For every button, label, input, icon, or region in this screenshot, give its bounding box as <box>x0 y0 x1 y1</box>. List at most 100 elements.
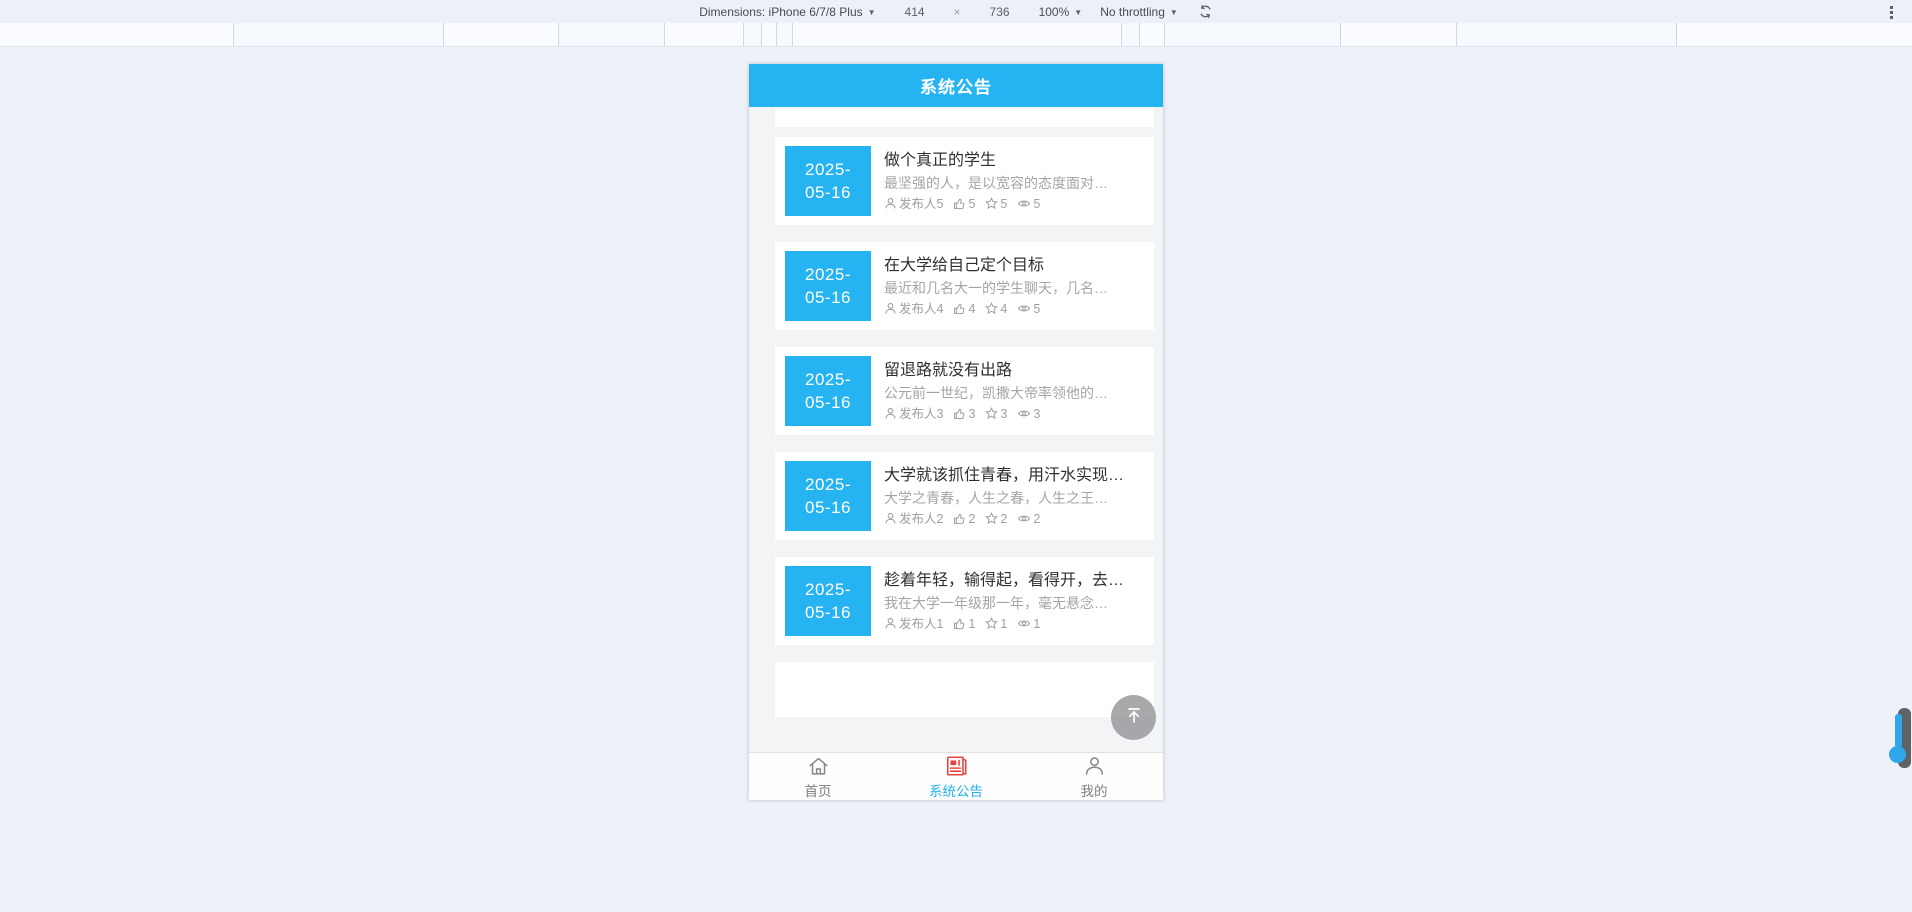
media-query-bar[interactable] <box>0 23 1912 47</box>
favorites-count: 1 <box>1000 616 1008 631</box>
announcement-meta: 发布人4 4 4 5 <box>884 300 1146 318</box>
eye-icon <box>1017 302 1031 315</box>
device-type-dropdown[interactable]: Dimensions: iPhone 6/7/8 Plus ▼ <box>699 5 875 19</box>
home-icon <box>806 754 831 783</box>
media-query-segment[interactable] <box>793 23 1122 46</box>
rotate-device-icon[interactable] <box>1198 4 1213 19</box>
star-icon <box>985 302 999 315</box>
likes-count: 2 <box>968 511 976 526</box>
publisher-label: 发布人4 <box>899 301 944 316</box>
star-icon <box>985 617 999 630</box>
views-count: 2 <box>1033 511 1041 526</box>
announcement-card[interactable]: 2025- 05-16 留退路就没有出路 公元前一世纪，凯撒大帝率领他的… 发布… <box>775 347 1154 435</box>
arrow-to-top-icon <box>1123 704 1145 731</box>
media-query-segment[interactable] <box>1122 23 1140 46</box>
tab-announcements[interactable]: 系统公告 <box>887 753 1025 800</box>
announcement-card[interactable]: 2025- 05-16 在大学给自己定个目标 最近和几名大一的学生聊天，几名… … <box>775 242 1154 330</box>
announcement-summary: 最坚强的人，是以宽容的态度面对… <box>884 174 1108 191</box>
thermometer-bulb <box>1889 746 1906 763</box>
eye-icon <box>1017 407 1031 420</box>
media-query-segment[interactable] <box>665 23 744 46</box>
announcement-summary: 我在大学一年级那一年，毫无悬念… <box>884 594 1108 611</box>
viewport-width-input[interactable]: 414 <box>894 4 936 20</box>
tab-home-label: 首页 <box>804 783 832 799</box>
app-header: 系统公告 <box>749 64 1163 107</box>
tab-announcements-label: 系统公告 <box>929 783 983 799</box>
throttling-dropdown[interactable]: No throttling ▼ <box>1100 5 1178 19</box>
announcement-card[interactable]: 2025- 05-16 趁着年轻，输得起，看得开，去… 我在大学一年级那一年，毫… <box>775 557 1154 645</box>
date-badge: 2025- 05-16 <box>785 251 871 321</box>
media-query-segment[interactable] <box>1457 23 1677 46</box>
media-query-segment[interactable] <box>1140 23 1165 46</box>
favorites-count: 3 <box>1000 406 1008 421</box>
announcement-title: 做个真正的学生 <box>884 151 997 169</box>
announcement-title: 大学就该抓住青春，用汗水实现… <box>884 466 1125 484</box>
date-top: 2025- <box>805 160 851 179</box>
announcement-meta: 发布人5 5 5 5 <box>884 195 1146 213</box>
thermometer-stem <box>1895 714 1902 748</box>
zoom-dropdown[interactable]: 100% ▼ <box>1039 5 1083 19</box>
zoom-value: 100% <box>1038 4 1070 19</box>
announcement-meta: 发布人2 2 2 2 <box>884 510 1146 528</box>
list-footer-panel <box>775 662 1154 717</box>
date-bottom: 05-16 <box>805 183 851 202</box>
person-icon <box>884 512 897 525</box>
dimensions-separator: × <box>953 4 961 19</box>
tab-profile-label: 我的 <box>1080 783 1108 799</box>
announcement-card[interactable]: 2025- 05-16 大学就该抓住青春，用汗水实现… 大学之青春，人生之春，人… <box>775 452 1154 540</box>
announcement-summary: 最近和几名大一的学生聊天，几名… <box>884 279 1108 296</box>
tab-home[interactable]: 首页 <box>749 753 887 800</box>
announcement-summary: 大学之青春，人生之春，人生之王… <box>884 489 1108 506</box>
chevron-down-icon: ▼ <box>1169 8 1178 17</box>
date-top: 2025- <box>805 580 851 599</box>
media-query-segment[interactable] <box>0 23 234 46</box>
publisher-label: 发布人2 <box>899 511 944 526</box>
announcement-list[interactable]: 2025- 05-16 做个真正的学生 最坚强的人，是以宽容的态度面对… 发布人… <box>749 107 1163 752</box>
publisher-label: 发布人5 <box>899 196 944 211</box>
kebab-menu-icon[interactable] <box>1884 3 1898 21</box>
date-top: 2025- <box>805 265 851 284</box>
publisher-label: 发布人1 <box>899 616 944 631</box>
date-top: 2025- <box>805 475 851 494</box>
device-viewport: 系统公告 2025- 05-16 做个真正的学生 最坚强的人，是以宽容的态度面对… <box>749 64 1163 800</box>
media-query-segment[interactable] <box>1165 23 1341 46</box>
back-to-top-button[interactable] <box>1111 695 1156 740</box>
media-query-segment[interactable] <box>1677 23 1912 46</box>
throttling-value: No throttling <box>1100 4 1165 19</box>
partially-scrolled-card[interactable] <box>775 109 1154 127</box>
media-query-segment[interactable] <box>444 23 559 46</box>
media-query-segment[interactable] <box>744 23 762 46</box>
favorites-count: 2 <box>1000 511 1008 526</box>
viewport-height-input[interactable]: 736 <box>979 4 1021 20</box>
star-icon <box>985 197 999 210</box>
announcement-card[interactable]: 2025- 05-16 做个真正的学生 最坚强的人，是以宽容的态度面对… 发布人… <box>775 137 1154 225</box>
eye-icon <box>1017 617 1031 630</box>
media-query-segment[interactable] <box>762 23 777 46</box>
date-badge: 2025- 05-16 <box>785 566 871 636</box>
likes-count: 1 <box>968 616 976 631</box>
date-bottom: 05-16 <box>805 603 851 622</box>
person-icon <box>884 302 897 315</box>
thumbs-up-icon <box>953 407 966 420</box>
device-toolbar: Dimensions: iPhone 6/7/8 Plus ▼ 414 × 73… <box>0 0 1912 24</box>
date-bottom: 05-16 <box>805 393 851 412</box>
media-query-segment[interactable] <box>777 23 793 46</box>
tab-profile[interactable]: 我的 <box>1025 753 1163 800</box>
thumbs-up-icon <box>953 512 966 525</box>
views-count: 1 <box>1033 616 1041 631</box>
media-query-segment[interactable] <box>559 23 665 46</box>
likes-count: 4 <box>968 301 976 316</box>
person-icon <box>884 407 897 420</box>
media-query-segment[interactable] <box>234 23 444 46</box>
date-top: 2025- <box>805 370 851 389</box>
chevron-down-icon: ▼ <box>867 8 876 17</box>
announcement-title: 留退路就没有出路 <box>884 361 1013 379</box>
media-query-segment[interactable] <box>1341 23 1457 46</box>
favorites-count: 4 <box>1000 301 1008 316</box>
thermometer-widget[interactable] <box>1888 706 1912 772</box>
favorites-count: 5 <box>1000 196 1008 211</box>
page-title: 系统公告 <box>920 78 992 97</box>
chevron-down-icon: ▼ <box>1074 8 1083 17</box>
date-bottom: 05-16 <box>805 498 851 517</box>
date-badge: 2025- 05-16 <box>785 461 871 531</box>
